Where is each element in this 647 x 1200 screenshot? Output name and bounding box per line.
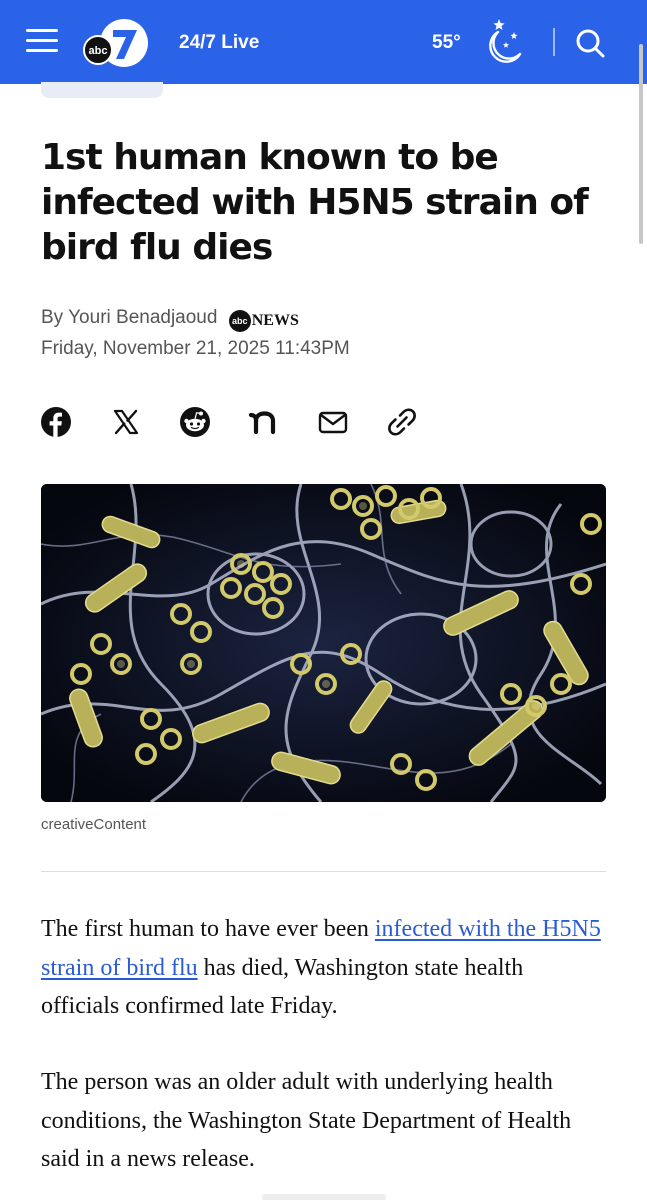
moon-stars-icon[interactable] — [484, 16, 528, 64]
temperature-readout[interactable]: 55° — [432, 31, 461, 55]
abc7-logo[interactable]: abc — [82, 16, 152, 70]
abc-news-badge: abc — [228, 309, 251, 332]
hamburger-menu-icon[interactable] — [26, 27, 58, 55]
live-stream-link[interactable]: 24/7 Live — [179, 31, 259, 55]
byline-prefix: By — [41, 307, 64, 328]
paragraph-1-text-start: The first human to have ever been — [41, 916, 375, 942]
copy-link-icon[interactable] — [386, 406, 420, 440]
section-divider — [41, 871, 606, 872]
byline: By Youri Benadjaoud abc NEWS — [41, 305, 299, 334]
email-icon[interactable] — [317, 406, 351, 440]
article-paragraph-2: The person was an older adult with under… — [41, 1069, 572, 1172]
abc-news-wordmark: NEWS — [251, 311, 299, 329]
top-navigation-bar: abc 24/7 Live 55° — [0, 0, 647, 84]
author-link[interactable]: Youri Benadjaoud — [68, 307, 217, 328]
article-hero-image[interactable] — [41, 484, 606, 802]
nextdoor-icon[interactable] — [248, 406, 282, 440]
facebook-icon[interactable] — [40, 406, 74, 440]
article-paragraph-1: The first human to have ever been infect… — [41, 910, 601, 1026]
article-headline: 1st human known to be infected with H5N5… — [41, 137, 589, 268]
search-icon[interactable] — [574, 27, 606, 59]
scrollbar[interactable] — [639, 44, 643, 244]
image-caption: creativeContent — [41, 816, 147, 833]
section-tag — [41, 82, 163, 98]
logo-badge-text: abc — [89, 45, 108, 57]
bottom-sheet-edge — [262, 1194, 386, 1200]
header-divider — [553, 28, 555, 56]
reddit-icon[interactable] — [179, 406, 213, 440]
x-icon[interactable] — [110, 406, 144, 440]
abc-news-logo: abc NEWS — [228, 308, 299, 334]
publish-date: Friday, November 21, 2025 11:43PM — [41, 338, 350, 359]
